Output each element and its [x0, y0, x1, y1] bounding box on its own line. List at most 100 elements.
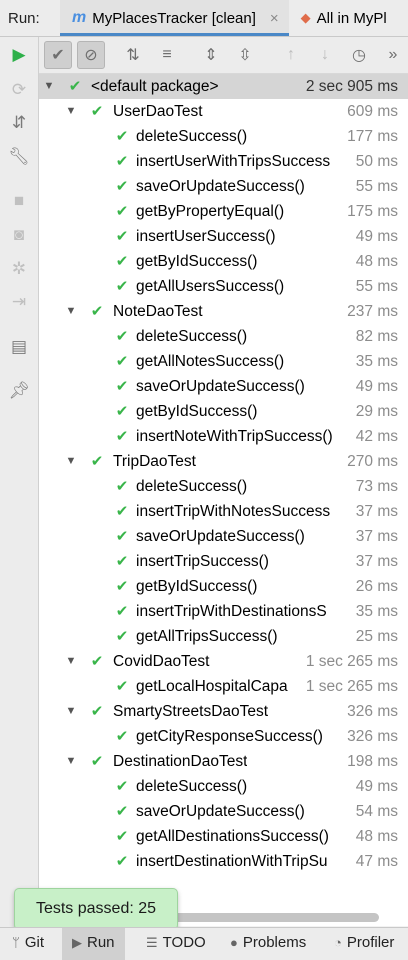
test-method-row[interactable]: ✔ getByIdSuccess() 26 ms	[39, 574, 408, 599]
test-class-row[interactable]: ▼ ✔ TripDaoTest 270 ms	[39, 449, 408, 474]
chevron-down-icon[interactable]: ▼	[64, 299, 78, 324]
test-method-duration: 1 sec 265 ms	[303, 674, 398, 699]
info-icon: ●	[230, 935, 238, 950]
test-method-row[interactable]: ✔ getAllNotesSuccess() 35 ms	[39, 349, 408, 374]
test-method-row[interactable]: ✔ getCityResponseSuccess() 326 ms	[39, 724, 408, 749]
test-class-duration: 270 ms	[345, 449, 398, 474]
test-method-row[interactable]: ✔ insertUserWithTripsSuccess 50 ms	[39, 149, 408, 174]
tab-myplacestracker-clean[interactable]: m MyPlacesTracker [clean] ×	[60, 0, 289, 36]
test-method-row[interactable]: ✔ getLocalHospitalCapa 1 sec 265 ms	[39, 674, 408, 699]
close-icon[interactable]: ×	[270, 10, 279, 27]
test-method-label: insertTripSuccess()	[136, 553, 269, 570]
chevron-down-icon[interactable]: ▼	[64, 99, 78, 124]
chevron-down-icon[interactable]: ▼	[64, 649, 78, 674]
test-method-row[interactable]: ✔ insertNoteWithTripSuccess() 42 ms	[39, 424, 408, 449]
expand-all-icon[interactable]: ⇕	[197, 41, 225, 69]
show-ignored-icon[interactable]: ⊘	[77, 41, 105, 69]
test-method-row[interactable]: ✔ deleteSuccess() 177 ms	[39, 124, 408, 149]
tests-passed-toast[interactable]: Tests passed: 25	[14, 888, 178, 930]
sort-alphabetically-icon[interactable]: ⇅	[119, 41, 147, 69]
test-class-row[interactable]: ▼ ✔ NoteDaoTest 237 ms	[39, 299, 408, 324]
debug-icon[interactable]: ✲	[9, 259, 29, 279]
profiler-tool-button[interactable]: ◔ Profiler	[330, 928, 398, 960]
todo-tool-button[interactable]: ☰ TODO	[142, 928, 210, 960]
run-tool-button[interactable]: ▶ Run	[62, 928, 125, 960]
export-icon[interactable]: ⇥	[9, 292, 29, 312]
passed-check-icon: ✔	[115, 128, 129, 145]
test-method-row[interactable]: ✔ saveOrUpdateSuccess() 55 ms	[39, 174, 408, 199]
test-method-duration: 175 ms	[345, 199, 398, 224]
toggle-auto-test-icon[interactable]: ⇵	[9, 113, 29, 133]
test-class-duration: 1 sec 265 ms	[303, 649, 398, 674]
chevron-down-icon[interactable]: ▼	[42, 74, 56, 99]
test-method-row[interactable]: ✔ insertTripWithNotesSuccess 37 ms	[39, 499, 408, 524]
test-method-row[interactable]: ✔ insertTripSuccess() 37 ms	[39, 549, 408, 574]
test-method-row[interactable]: ✔ insertTripWithDestinationsS 35 ms	[39, 599, 408, 624]
test-method-duration: 25 ms	[353, 624, 398, 649]
test-class-row[interactable]: ▼ ✔ CovidDaoTest 1 sec 265 ms	[39, 649, 408, 674]
rerun-failed-icon[interactable]: ⟳	[9, 80, 29, 100]
test-method-row[interactable]: ✔ getAllUsersSuccess() 55 ms	[39, 274, 408, 299]
test-method-row[interactable]: ✔ insertUserSuccess() 49 ms	[39, 224, 408, 249]
layout-icon[interactable]: ▤	[9, 337, 29, 357]
test-method-row[interactable]: ✔ saveOrUpdateSuccess() 49 ms	[39, 374, 408, 399]
test-method-row[interactable]: ✔ saveOrUpdateSuccess() 37 ms	[39, 524, 408, 549]
test-class-row[interactable]: ▼ ✔ DestinationDaoTest 198 ms	[39, 749, 408, 774]
test-class-row[interactable]: ▼ ✔ SmartyStreetsDaoTest 326 ms	[39, 699, 408, 724]
test-method-label: deleteSuccess()	[136, 328, 248, 345]
chevron-down-icon[interactable]: ▼	[64, 699, 78, 724]
rerun-icon[interactable]: ▶	[9, 45, 29, 65]
test-method-duration: 47 ms	[353, 849, 398, 874]
test-method-duration: 50 ms	[353, 149, 398, 174]
test-method-duration: 55 ms	[353, 174, 398, 199]
more-icon[interactable]: »	[379, 41, 407, 69]
passed-check-icon: ✔	[115, 403, 129, 420]
stop-icon[interactable]: ■	[9, 191, 29, 211]
test-method-duration: 54 ms	[353, 799, 398, 824]
test-method-row[interactable]: ✔ deleteSuccess() 49 ms	[39, 774, 408, 799]
next-failed-icon[interactable]: ↓	[311, 41, 339, 69]
test-results-tree: ▼ ✔ <default package> 2 sec 905 ms ▼ ✔ Use…	[39, 74, 408, 904]
test-method-row[interactable]: ✔ deleteSuccess() 73 ms	[39, 474, 408, 499]
collapse-all-icon[interactable]: ⇳	[231, 41, 259, 69]
wrench-icon[interactable]: 🔧︎	[8, 147, 30, 167]
pin-icon[interactable]: 📌︎	[8, 381, 30, 401]
test-method-duration: 37 ms	[353, 524, 398, 549]
test-method-duration: 55 ms	[353, 274, 398, 299]
show-passed-checkmark-icon[interactable]: ✔	[44, 41, 72, 69]
test-method-label: getByIdSuccess()	[136, 403, 258, 420]
test-method-row[interactable]: ✔ insertDestinationWithTripSu 47 ms	[39, 849, 408, 874]
test-method-label: saveOrUpdateSuccess()	[136, 378, 305, 395]
git-tool-button[interactable]: ᛘ Git	[8, 928, 48, 960]
passed-check-icon: ✔	[115, 678, 129, 695]
tree-root-row[interactable]: ▼ ✔ <default package> 2 sec 905 ms	[39, 74, 408, 99]
problems-tool-button[interactable]: ● Problems	[226, 928, 310, 960]
tab-label: All in MyPl	[316, 9, 387, 27]
test-method-label: saveOrUpdateSuccess()	[136, 178, 305, 195]
run-label: Run:	[8, 9, 40, 27]
test-method-row[interactable]: ✔ getAllDestinationsSuccess() 48 ms	[39, 824, 408, 849]
test-method-duration: 29 ms	[353, 399, 398, 424]
test-method-row[interactable]: ✔ getByIdSuccess() 29 ms	[39, 399, 408, 424]
camera-icon[interactable]: ◙	[9, 225, 29, 245]
test-method-label: getAllDestinationsSuccess()	[136, 828, 329, 845]
chevron-down-icon[interactable]: ▼	[64, 449, 78, 474]
tab-all-in-myplaces[interactable]: ◆ All in MyPl	[289, 0, 397, 36]
passed-check-icon: ✔	[115, 153, 129, 170]
test-method-label: saveOrUpdateSuccess()	[136, 528, 305, 545]
passed-check-icon: ✔	[115, 203, 129, 220]
previous-failed-icon[interactable]: ↑	[277, 41, 305, 69]
test-method-row[interactable]: ✔ getByPropertyEqual() 175 ms	[39, 199, 408, 224]
chevron-down-icon[interactable]: ▼	[64, 749, 78, 774]
test-method-row[interactable]: ✔ saveOrUpdateSuccess() 54 ms	[39, 799, 408, 824]
test-method-label: getByIdSuccess()	[136, 253, 258, 270]
test-class-row[interactable]: ▼ ✔ UserDaoTest 609 ms	[39, 99, 408, 124]
test-method-row[interactable]: ✔ getAllTripsSuccess() 25 ms	[39, 624, 408, 649]
test-method-row[interactable]: ✔ getByIdSuccess() 48 ms	[39, 249, 408, 274]
passed-check-icon: ✔	[115, 428, 129, 445]
history-clock-icon[interactable]: ◷	[345, 41, 373, 69]
test-method-label: deleteSuccess()	[136, 478, 248, 495]
test-method-row[interactable]: ✔ deleteSuccess() 82 ms	[39, 324, 408, 349]
passed-check-icon: ✔	[115, 378, 129, 395]
sort-by-duration-icon[interactable]: ≡	[153, 41, 181, 69]
